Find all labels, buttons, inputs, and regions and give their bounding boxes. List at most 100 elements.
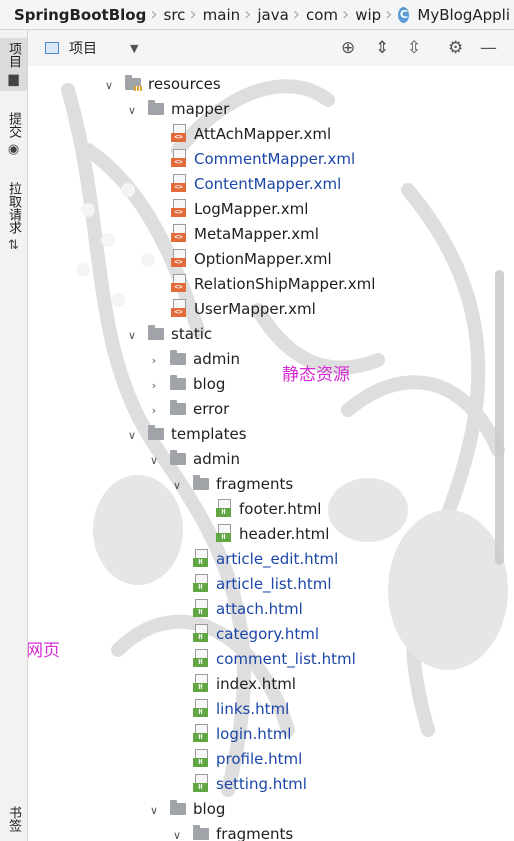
- html-file-icon: H: [193, 674, 208, 692]
- tree-file-commentmapper[interactable]: <> CommentMapper.xml: [171, 147, 355, 172]
- view-selector-label[interactable]: 项目: [69, 38, 97, 58]
- tree-label: attach.html: [216, 600, 303, 618]
- html-file-icon: H: [193, 724, 208, 742]
- breadcrumb-java[interactable]: java: [251, 6, 292, 24]
- tree-label: profile.html: [216, 750, 303, 768]
- locate-icon[interactable]: ⊕: [341, 38, 355, 58]
- breadcrumb-com[interactable]: com: [300, 6, 342, 24]
- tool-window-strip: 项目 ▆ 提交 ◉ 拉取请求 ⇅ 书签: [0, 30, 28, 841]
- tree-file-usermapper[interactable]: <> UserMapper.xml: [171, 297, 316, 322]
- tree-label: resources: [148, 75, 221, 93]
- folder-icon: [170, 375, 186, 390]
- vertical-scrollbar[interactable]: [495, 270, 504, 565]
- tree-label: header.html: [239, 525, 330, 543]
- tree-label: setting.html: [216, 775, 307, 793]
- html-file-icon: H: [193, 624, 208, 642]
- html-file-icon: H: [216, 524, 231, 542]
- tree-label: index.html: [216, 675, 296, 693]
- tree-file-attachmapper[interactable]: <> AttAchMapper.xml: [171, 122, 331, 147]
- tree-label: MetaMapper.xml: [194, 225, 319, 243]
- tree-file-header[interactable]: Hheader.html: [216, 522, 329, 547]
- tree-label: fragments: [216, 475, 294, 493]
- chevron-down-icon[interactable]: ∨: [148, 448, 160, 473]
- xml-file-icon: <>: [171, 149, 186, 167]
- bookmarks-tool-button[interactable]: 书签: [0, 806, 27, 832]
- tree-file-attach[interactable]: Hattach.html: [193, 597, 303, 622]
- tree-file-index[interactable]: Hindex.html: [193, 672, 296, 697]
- html-file-icon: H: [193, 774, 208, 792]
- tree-file-optionmapper[interactable]: <> OptionMapper.xml: [171, 247, 332, 272]
- html-file-icon: H: [193, 649, 208, 667]
- tree-folder-blog-fragments[interactable]: ∨ fragments: [171, 822, 293, 841]
- html-file-icon: H: [193, 549, 208, 567]
- tree-file-metamapper[interactable]: <> MetaMapper.xml: [171, 222, 319, 247]
- tree-label: templates: [171, 425, 247, 443]
- tree-label: article_edit.html: [216, 550, 339, 568]
- chevron-down-icon[interactable]: ∨: [148, 798, 160, 823]
- gear-icon[interactable]: ⚙: [448, 38, 463, 58]
- tree-file-login[interactable]: Hlogin.html: [193, 722, 291, 747]
- tree-file-category[interactable]: Hcategory.html: [193, 622, 319, 647]
- chevron-right-icon: ›: [244, 3, 252, 25]
- chevron-down-icon[interactable]: ▼: [130, 42, 138, 55]
- folder-icon: [170, 800, 186, 815]
- tree-label: error: [193, 400, 230, 418]
- tree-folder-static-error[interactable]: › error: [148, 397, 229, 422]
- static-resources-note: 静态资源: [282, 365, 350, 385]
- chevron-right-icon: ›: [189, 3, 197, 25]
- chevron-right-icon[interactable]: ›: [148, 373, 160, 398]
- chevron-right-icon: ›: [385, 3, 393, 25]
- tree-file-article-list[interactable]: Harticle_list.html: [193, 572, 332, 597]
- chevron-down-icon[interactable]: ∨: [126, 98, 138, 123]
- expand-all-icon[interactable]: ⇕: [375, 38, 389, 58]
- tree-label: AttAchMapper.xml: [194, 125, 332, 143]
- tree-folder-mapper[interactable]: ∨ mapper: [126, 97, 229, 122]
- tree-label: comment_list.html: [216, 650, 356, 668]
- project-tool-button[interactable]: 项目 ▆: [0, 38, 27, 91]
- pull-requests-tool-button[interactable]: 拉取请求 ⇅: [0, 182, 27, 253]
- tree-file-relationshipmapper[interactable]: <> RelationShipMapper.xml: [171, 272, 375, 297]
- collapse-all-icon[interactable]: ⇳: [407, 38, 421, 58]
- tree-folder-templates-blog[interactable]: ∨ blog: [148, 797, 225, 822]
- chevron-down-icon[interactable]: ∨: [171, 473, 183, 498]
- breadcrumb-class[interactable]: MyBlogAppli: [411, 6, 514, 24]
- tree-label: LogMapper.xml: [194, 200, 309, 218]
- html-file-icon: H: [193, 574, 208, 592]
- chevron-down-icon[interactable]: ∨: [171, 823, 183, 841]
- tree-folder-templates-admin[interactable]: ∨ admin: [148, 447, 240, 472]
- tree-folder-static[interactable]: ∨ static: [126, 322, 212, 347]
- breadcrumb-wip[interactable]: wip: [349, 6, 385, 24]
- commit-tool-button[interactable]: 提交 ◉: [0, 112, 27, 157]
- tree-folder-resources[interactable]: ∨ resources: [103, 72, 221, 97]
- chevron-down-icon[interactable]: ∨: [126, 423, 138, 448]
- tree-folder-static-blog[interactable]: › blog: [148, 372, 225, 397]
- tree-file-links[interactable]: Hlinks.html: [193, 697, 289, 722]
- hide-icon[interactable]: —: [480, 38, 497, 58]
- tree-file-article-edit[interactable]: Harticle_edit.html: [193, 547, 338, 572]
- project-tool-label: 项目: [6, 42, 21, 68]
- chevron-right-icon[interactable]: ›: [148, 348, 160, 373]
- folder-icon: [148, 325, 164, 340]
- tree-label: category.html: [216, 625, 320, 643]
- tree-folder-fragments[interactable]: ∨ fragments: [171, 472, 293, 497]
- tree-file-profile[interactable]: Hprofile.html: [193, 747, 302, 772]
- tree-folder-static-admin[interactable]: › admin: [148, 347, 240, 372]
- breadcrumb-main[interactable]: main: [197, 6, 244, 24]
- tree-file-setting[interactable]: Hsetting.html: [193, 772, 307, 797]
- tree-label: ContentMapper.xml: [194, 175, 342, 193]
- tree-file-comment-list[interactable]: Hcomment_list.html: [193, 647, 356, 672]
- tree-file-contentmapper[interactable]: <> ContentMapper.xml: [171, 172, 341, 197]
- tree-folder-templates[interactable]: ∨ templates: [126, 422, 247, 447]
- chevron-down-icon[interactable]: ∨: [126, 323, 138, 348]
- panel-toolbar: 项目 ▼ ⊕ ⇕ ⇳ ⚙ —: [28, 30, 514, 66]
- breadcrumb-project[interactable]: SpringBootBlog: [0, 6, 150, 24]
- tree-label: mapper: [171, 100, 230, 118]
- tree-file-logmapper[interactable]: <> LogMapper.xml: [171, 197, 308, 222]
- folder-icon: [193, 475, 209, 490]
- xml-file-icon: <>: [171, 274, 186, 292]
- tree-file-footer[interactable]: Hfooter.html: [216, 497, 321, 522]
- breadcrumb-src[interactable]: src: [158, 6, 190, 24]
- chevron-right-icon[interactable]: ›: [148, 398, 160, 423]
- chevron-down-icon[interactable]: ∨: [103, 73, 115, 98]
- html-file-icon: H: [216, 499, 231, 517]
